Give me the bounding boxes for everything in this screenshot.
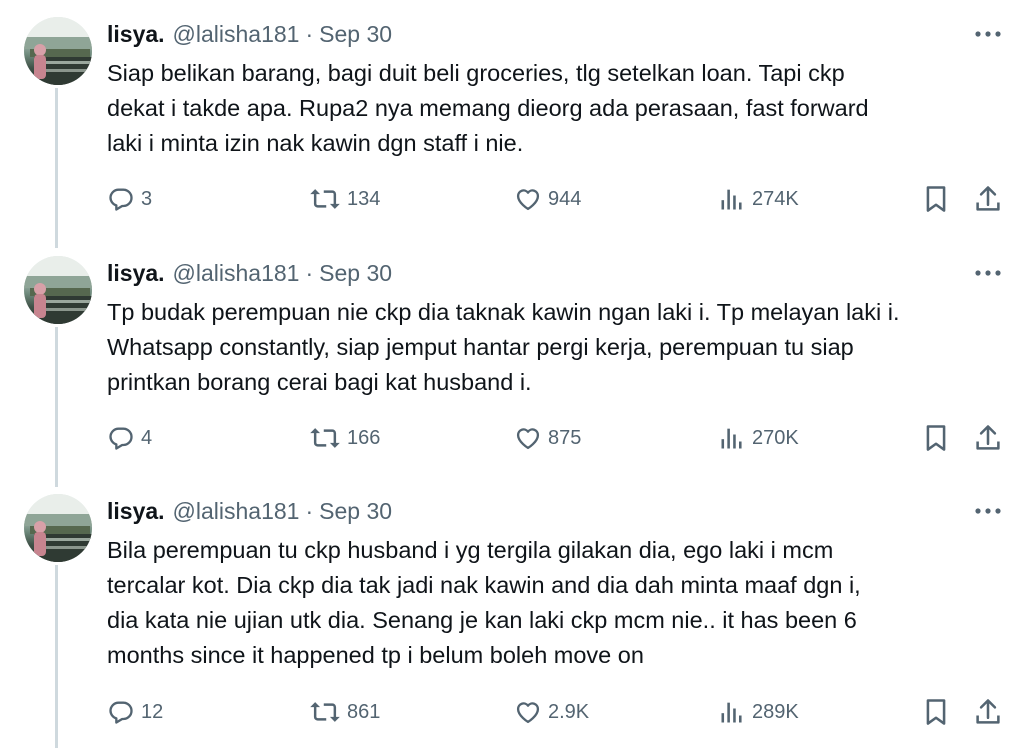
reply-count: 4	[141, 426, 153, 449]
like-icon	[516, 428, 540, 450]
repost-icon	[310, 428, 340, 448]
bookmark-button[interactable]	[922, 184, 950, 214]
tweet-actions: 3 134 944 274K	[0, 184, 1024, 214]
bookmark-icon	[926, 699, 946, 725]
thread-line	[55, 327, 58, 487]
profile-photo	[24, 494, 92, 562]
like-button[interactable]: 875	[514, 423, 581, 453]
reply-count: 3	[141, 187, 153, 210]
author-name[interactable]: lisya.	[107, 498, 165, 525]
share-icon	[976, 699, 1000, 724]
profile-photo	[24, 17, 92, 85]
bookmark-icon	[926, 425, 946, 451]
tweet-date[interactable]: Sep 30	[319, 260, 392, 287]
reply-button[interactable]: 4	[107, 423, 152, 453]
share-button[interactable]	[974, 697, 1002, 727]
bookmark-icon	[926, 186, 946, 212]
share-icon	[976, 186, 1000, 211]
profile-photo	[24, 256, 92, 324]
reply-button[interactable]: 3	[107, 184, 152, 214]
bookmark-button[interactable]	[922, 423, 950, 453]
thread-line	[55, 88, 58, 248]
tweet-header: lisya. @lalisha181 · Sep 30	[107, 19, 392, 49]
repost-button[interactable]: 166	[309, 423, 380, 453]
tweet-text: Siap belikan barang, bagi duit beli groc…	[107, 60, 869, 156]
separator: ·	[305, 497, 314, 524]
reply-icon	[109, 701, 133, 724]
more-icon[interactable]	[972, 499, 1004, 523]
views-icon	[721, 189, 742, 210]
separator: ·	[305, 20, 314, 47]
bookmark-button[interactable]	[922, 697, 950, 727]
avatar[interactable]	[24, 256, 92, 324]
tweet-date[interactable]: Sep 30	[319, 21, 392, 48]
author-name[interactable]: lisya.	[107, 260, 165, 287]
author-handle[interactable]: @lalisha181	[173, 498, 300, 525]
like-button[interactable]: 2.9K	[514, 697, 589, 727]
like-icon	[516, 702, 540, 724]
views-button[interactable]: 274K	[718, 184, 799, 214]
views-icon	[721, 428, 742, 449]
tweet-actions: 4 166 875 270K	[0, 423, 1024, 453]
views-icon	[721, 702, 742, 723]
tweet-actions: 12 861 2.9K 289K	[0, 697, 1024, 727]
author-handle[interactable]: @lalisha181	[173, 260, 300, 287]
more-icon[interactable]	[972, 22, 1004, 46]
reply-count: 12	[141, 700, 164, 723]
reply-icon	[109, 427, 133, 450]
view-count: 289K	[752, 700, 799, 723]
view-count: 270K	[752, 426, 799, 449]
repost-count: 134	[347, 187, 381, 210]
share-button[interactable]	[974, 423, 1002, 453]
tweet-text: Tp budak perempuan nie ckp dia taknak ka…	[107, 299, 900, 395]
tweet-text: Bila perempuan tu ckp husband i yg tergi…	[107, 537, 861, 668]
share-button[interactable]	[974, 184, 1002, 214]
repost-icon	[310, 702, 340, 722]
reply-icon	[109, 188, 133, 211]
like-count: 944	[548, 187, 582, 210]
avatar[interactable]	[24, 17, 92, 85]
avatar[interactable]	[24, 494, 92, 562]
author-handle[interactable]: @lalisha181	[173, 21, 300, 48]
repost-button[interactable]: 861	[309, 697, 380, 727]
tweet-header: lisya. @lalisha181 · Sep 30	[107, 496, 392, 526]
repost-count: 166	[347, 426, 381, 449]
like-button[interactable]: 944	[514, 184, 581, 214]
views-button[interactable]: 289K	[718, 697, 799, 727]
repost-icon	[310, 189, 340, 209]
more-icon[interactable]	[972, 261, 1004, 285]
tweet-header: lisya. @lalisha181 · Sep 30	[107, 258, 392, 288]
tweet-date[interactable]: Sep 30	[319, 498, 392, 525]
repost-button[interactable]: 134	[309, 184, 380, 214]
view-count: 274K	[752, 187, 799, 210]
views-button[interactable]: 270K	[718, 423, 799, 453]
like-count: 2.9K	[548, 700, 590, 723]
repost-count: 861	[347, 700, 381, 723]
author-name[interactable]: lisya.	[107, 21, 165, 48]
like-count: 875	[548, 426, 582, 449]
share-icon	[976, 425, 1000, 450]
separator: ·	[305, 259, 314, 286]
reply-button[interactable]: 12	[107, 697, 163, 727]
like-icon	[516, 189, 540, 211]
